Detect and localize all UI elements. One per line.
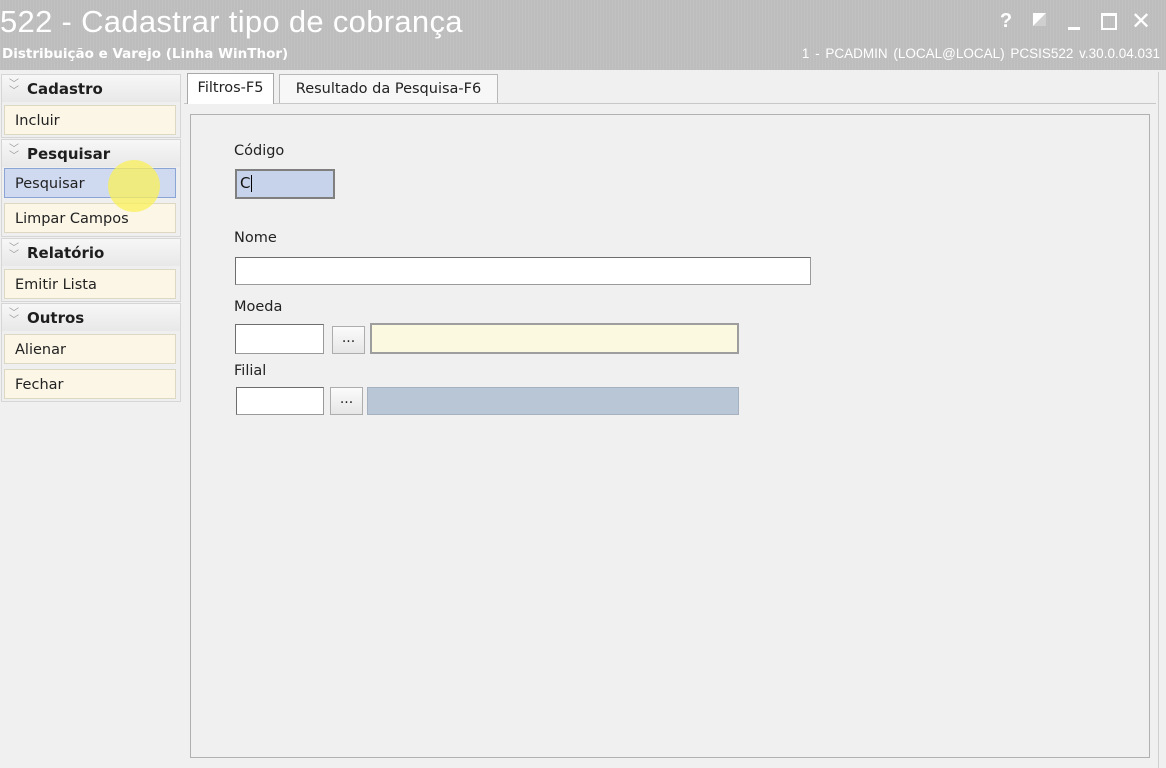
window-subtitle: Distribuição e Varejo (Linha WinThor)	[2, 46, 289, 62]
mouse-cursor-highlight	[108, 160, 160, 212]
group-header-cadastro[interactable]: ﹀ ﹀ Cadastro	[2, 75, 180, 102]
title-bar: 522 - Cadastrar tipo de cobrança Distrib…	[0, 0, 1166, 70]
group-header-pesquisar[interactable]: ﹀ ﹀ Pesquisar	[2, 140, 180, 167]
chevron-down-icon: ﹀ ﹀	[9, 144, 19, 162]
tab-resultado-pesquisa[interactable]: Resultado da Pesquisa-F6	[279, 74, 498, 103]
chevron-down-icon: ﹀ ﹀	[9, 308, 19, 326]
group-header-relatorio[interactable]: ﹀ ﹀ Relatório	[2, 239, 180, 266]
group-title: Outros	[27, 309, 85, 327]
sidebar-item-incluir[interactable]: Incluir	[4, 105, 176, 135]
codigo-value: C	[240, 174, 251, 192]
codigo-input[interactable]: C	[235, 169, 335, 199]
window-title: 522 - Cadastrar tipo de cobrança	[0, 4, 463, 39]
window-right-border	[1158, 72, 1166, 768]
group-title: Relatório	[27, 244, 105, 262]
restore-icon[interactable]	[1030, 8, 1050, 34]
group-cadastro: ﹀ ﹀ Cadastro Incluir	[1, 74, 181, 138]
filial-label: Filial	[234, 363, 267, 379]
sidebar-item-emitir-lista[interactable]: Emitir Lista	[4, 269, 176, 299]
group-title: Cadastro	[27, 80, 103, 98]
nome-input[interactable]	[235, 257, 811, 285]
maximize-icon[interactable]	[1098, 8, 1118, 34]
moeda-description-field[interactable]	[370, 323, 739, 354]
text-caret	[251, 175, 253, 192]
close-icon[interactable]: ✕	[1130, 8, 1152, 34]
help-icon[interactable]: ?	[996, 8, 1016, 34]
group-outros: ﹀ ﹀ Outros Alienar Fechar	[1, 303, 181, 402]
user-info: 1 - PCADMIN (LOCAL@LOCAL) PCSIS522 v.30.…	[801, 46, 1160, 61]
group-title: Pesquisar	[27, 145, 111, 163]
moeda-label: Moeda	[234, 299, 283, 315]
sidebar-item-fechar[interactable]: Fechar	[4, 369, 176, 399]
filial-code-input[interactable]	[236, 387, 324, 415]
chevron-down-icon: ﹀ ﹀	[9, 79, 19, 97]
filter-panel	[190, 114, 1150, 758]
moeda-code-input[interactable]	[235, 324, 324, 354]
sidebar-item-limpar-campos[interactable]: Limpar Campos	[4, 203, 176, 233]
moeda-lookup-button[interactable]: ...	[332, 326, 365, 354]
tab-filtros[interactable]: Filtros-F5	[187, 73, 274, 104]
minimize-icon[interactable]	[1064, 8, 1084, 34]
group-header-outros[interactable]: ﹀ ﹀ Outros	[2, 304, 180, 331]
filial-description-field	[367, 387, 739, 415]
filial-lookup-button[interactable]: ...	[330, 387, 363, 415]
sidebar-item-alienar[interactable]: Alienar	[4, 334, 176, 364]
chevron-down-icon: ﹀ ﹀	[9, 243, 19, 261]
group-relatorio: ﹀ ﹀ Relatório Emitir Lista	[1, 238, 181, 302]
codigo-label: Código	[234, 143, 285, 159]
nome-label: Nome	[234, 230, 277, 246]
